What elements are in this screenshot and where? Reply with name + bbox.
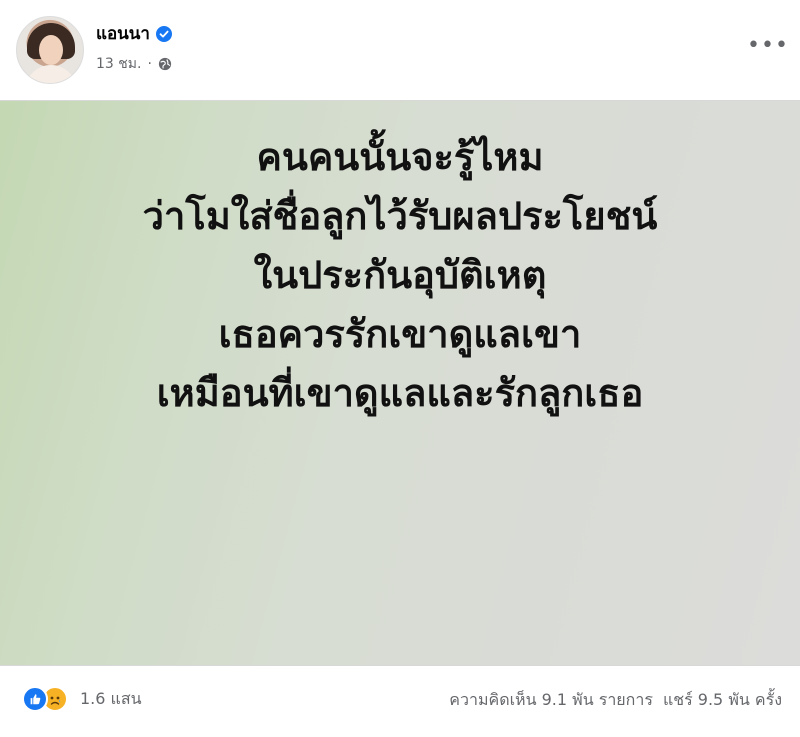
post-text-line: ในประกันอุบัติเหตุ <box>253 253 547 297</box>
post-meta: 13 ชม. · <box>96 53 172 75</box>
verified-badge-icon <box>155 25 172 42</box>
author-avatar[interactable] <box>16 16 84 84</box>
author-name[interactable]: แอนนา <box>96 20 150 47</box>
engagement-stats: ความคิดเห็น 9.1 พัน รายการ แชร์ 9.5 พัน … <box>449 688 782 713</box>
like-reaction-icon <box>22 686 48 712</box>
more-icon: ••• <box>747 33 789 58</box>
post-time[interactable]: 13 ชม. <box>96 53 141 75</box>
post-header: แอนนา 13 ชม. · ••• <box>0 0 800 100</box>
post-image-text: คนคนนั้นจะรู้ไหม ว่าโมใส่ชื่อลูกไว้รับผล… <box>0 128 800 423</box>
post-text-line: เธอควรรักเขาดูแลเขา <box>218 312 582 356</box>
more-options-button[interactable]: ••• <box>747 28 789 64</box>
globe-icon <box>158 57 172 71</box>
post-text-line: คนคนนั้นจะรู้ไหม <box>256 135 544 179</box>
post-footer: 1.6 แสน ความคิดเห็น 9.1 พัน รายการ แชร์ … <box>0 666 800 737</box>
avatar-face <box>39 35 63 65</box>
post-text-line: ว่าโมใส่ชื่อลูกไว้รับผลประโยชน์ <box>142 194 658 238</box>
comments-count[interactable]: ความคิดเห็น 9.1 พัน รายการ <box>449 688 653 713</box>
shares-count[interactable]: แชร์ 9.5 พัน ครั้ง <box>663 688 782 713</box>
reaction-count: 1.6 แสน <box>80 688 142 708</box>
avatar-body <box>25 65 77 83</box>
post-text-line: เหมือนที่เขาดูแลและรักลูกเธอ <box>156 371 644 415</box>
reactions-summary[interactable]: 1.6 แสน <box>22 686 142 712</box>
meta-separator: · <box>147 56 152 72</box>
author-row: แอนนา <box>96 20 172 47</box>
